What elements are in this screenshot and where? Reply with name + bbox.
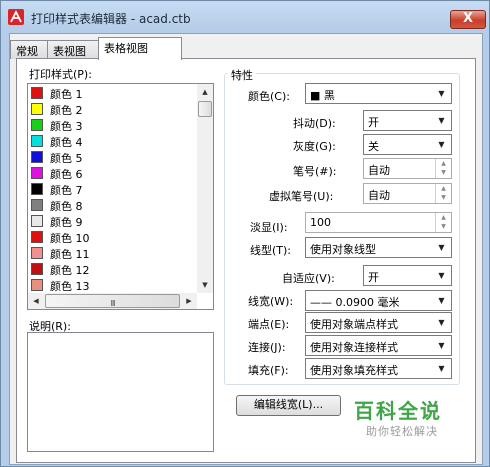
line-end-dropdown[interactable]: 使用对象端点样式 ▼ <box>305 312 452 333</box>
line-join-label: 连接(J): <box>248 341 286 354</box>
color-swatch <box>31 87 43 99</box>
spin-up-icon[interactable]: ▲ <box>436 159 451 168</box>
watermark-slogan: 助你轻松解决 <box>366 425 438 438</box>
chevron-down-icon: ▼ <box>438 318 445 327</box>
list-item[interactable]: 颜色 10 <box>30 229 198 245</box>
lineweight-label: 线宽(W): <box>248 295 294 308</box>
description-textarea[interactable] <box>27 332 214 452</box>
horizontal-scrollbar[interactable]: ◀ III ▶ <box>28 293 197 309</box>
color-swatch <box>31 119 43 131</box>
fill-label: 填充(F): <box>248 364 289 377</box>
properties-group-title: 特性 <box>228 67 256 83</box>
autocad-app-icon <box>8 9 24 25</box>
adaptive-dropdown[interactable]: 开 ▼ <box>363 265 452 286</box>
color-swatch <box>31 135 43 147</box>
spin-down-icon[interactable]: ▼ <box>436 168 451 177</box>
list-item[interactable]: 颜色 11 <box>30 245 198 261</box>
chevron-down-icon: ▼ <box>438 116 445 125</box>
list-item[interactable]: 颜色 4 <box>30 133 198 149</box>
grayscale-label: 灰度(G): <box>293 140 336 153</box>
dither-label: 抖动(D): <box>293 117 336 130</box>
color-swatch <box>31 279 43 291</box>
color-swatch <box>31 167 43 179</box>
list-item[interactable]: 颜色 6 <box>30 165 198 181</box>
color-swatch <box>31 263 43 275</box>
vertical-scroll-thumb[interactable] <box>198 101 212 117</box>
close-button[interactable]: X <box>450 10 486 29</box>
chevron-down-icon: ▼ <box>438 364 445 373</box>
pen-number-label: 笔号(#): <box>293 165 337 178</box>
list-item[interactable]: 颜色 8 <box>30 197 198 213</box>
list-item[interactable]: 颜色 1 <box>30 85 198 101</box>
list-item[interactable]: 颜色 12 <box>30 261 198 277</box>
grayscale-dropdown[interactable]: 关 ▼ <box>363 134 452 155</box>
pen-number-spinner[interactable]: 自动 ▲ ▼ <box>363 158 452 179</box>
line-end-label: 端点(E): <box>248 318 290 331</box>
virtual-pen-spinner[interactable]: 自动 ▲ ▼ <box>363 183 452 204</box>
color-swatch <box>31 247 43 259</box>
list-item[interactable]: 颜色 9 <box>30 213 198 229</box>
plot-styles-listbox[interactable]: 颜色 1 颜色 2 颜色 3 颜色 4 颜色 5 颜色 6 颜色 7 颜色 8 … <box>27 83 214 310</box>
list-item[interactable]: 颜色 7 <box>30 181 198 197</box>
color-swatch <box>31 231 43 243</box>
chevron-down-icon: ▼ <box>438 271 445 280</box>
virtual-pen-label: 虚拟笔号(U): <box>269 190 334 203</box>
edit-lineweights-button[interactable]: 编辑线宽(L)... <box>236 395 341 416</box>
tab-table-view[interactable]: 表视图 <box>47 40 99 59</box>
horizontal-scroll-thumb[interactable]: III <box>45 294 180 308</box>
color-swatch <box>31 183 43 195</box>
list-item[interactable]: 颜色 3 <box>30 117 198 133</box>
spin-down-icon[interactable]: ▼ <box>436 193 451 202</box>
spin-down-icon[interactable]: ▼ <box>436 222 451 231</box>
color-swatch <box>31 151 43 163</box>
fill-dropdown[interactable]: 使用对象填充样式 ▼ <box>305 358 452 379</box>
color-swatch <box>31 215 43 227</box>
linetype-label: 线型(T): <box>250 244 292 257</box>
scroll-grip: III <box>110 299 115 308</box>
color-label: 颜色(C): <box>248 90 290 103</box>
window-title: 打印样式表编辑器 - acad.ctb <box>31 12 191 26</box>
chevron-down-icon: ▼ <box>438 243 445 252</box>
lineweight-dropdown[interactable]: —— 0.0900 毫米 ▼ <box>305 290 452 311</box>
dither-dropdown[interactable]: 开 ▼ <box>363 110 452 131</box>
tab-general[interactable]: 常规 <box>10 40 48 59</box>
chevron-down-icon: ▼ <box>438 140 445 149</box>
plot-styles-label: 打印样式(P): <box>29 68 92 81</box>
vertical-scrollbar[interactable]: ▲ ▼ <box>197 84 213 293</box>
scroll-right-arrow-icon[interactable]: ▶ <box>181 293 197 309</box>
scroll-up-arrow-icon[interactable]: ▲ <box>197 84 213 100</box>
line-join-dropdown[interactable]: 使用对象连接样式 ▼ <box>305 335 452 356</box>
color-dropdown[interactable]: ■ 黑 ▼ <box>305 83 452 104</box>
color-swatch <box>31 199 43 211</box>
linetype-dropdown[interactable]: 使用对象线型 ▼ <box>305 237 452 258</box>
spin-up-icon[interactable]: ▲ <box>436 213 451 222</box>
screening-spinner[interactable]: 100 ▲ ▼ <box>305 212 452 233</box>
list-item[interactable]: 颜色 13 <box>30 277 198 293</box>
chevron-down-icon: ▼ <box>438 296 445 305</box>
scroll-down-arrow-icon[interactable]: ▼ <box>197 277 213 293</box>
scroll-left-arrow-icon[interactable]: ◀ <box>28 293 44 309</box>
list-item[interactable]: 颜色 2 <box>30 101 198 117</box>
chevron-down-icon: ▼ <box>438 341 445 350</box>
color-swatch <box>31 103 43 115</box>
list-item[interactable]: 颜色 5 <box>30 149 198 165</box>
spin-up-icon[interactable]: ▲ <box>436 184 451 193</box>
screening-label: 淡显(I): <box>250 221 288 234</box>
watermark-logo-text: 百科全说 <box>354 399 442 423</box>
tab-form-view[interactable]: 表格视图 <box>98 37 182 60</box>
title-bar[interactable]: 打印样式表编辑器 - acad.ctb X <box>1 1 489 33</box>
adaptive-label: 自适应(V): <box>282 272 335 285</box>
chevron-down-icon: ▼ <box>438 89 445 98</box>
